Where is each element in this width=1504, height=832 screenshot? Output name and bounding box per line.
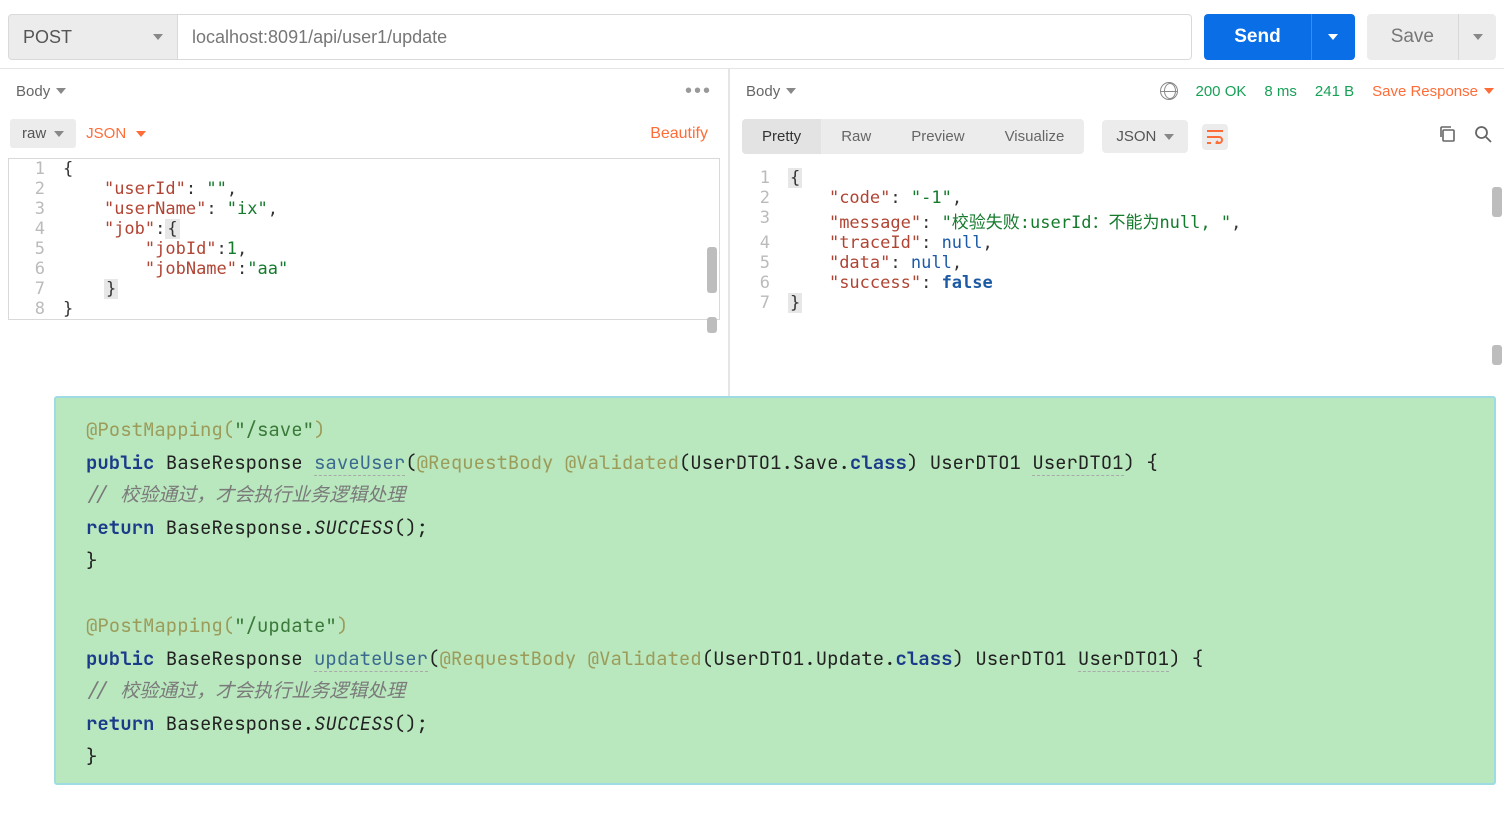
response-format-select[interactable]: JSON bbox=[1102, 120, 1188, 153]
url-input[interactable] bbox=[178, 14, 1192, 60]
chevron-down-icon bbox=[56, 88, 66, 94]
send-dropdown[interactable] bbox=[1311, 14, 1355, 60]
scrollbar-thumb[interactable] bbox=[1492, 345, 1502, 365]
chevron-down-icon bbox=[1473, 34, 1483, 40]
copy-icon[interactable] bbox=[1438, 125, 1456, 148]
response-time: 8 ms bbox=[1264, 83, 1297, 100]
tab-visualize[interactable]: Visualize bbox=[985, 119, 1085, 154]
save-button[interactable]: Save bbox=[1367, 14, 1496, 60]
chevron-down-icon bbox=[153, 34, 163, 40]
send-button[interactable]: Send bbox=[1204, 14, 1354, 60]
chevron-down-icon bbox=[1328, 34, 1338, 40]
beautify-button[interactable]: Beautify bbox=[650, 125, 718, 143]
scrollbar-thumb[interactable] bbox=[707, 317, 717, 333]
response-status: 200 OK bbox=[1196, 83, 1247, 100]
more-options-icon[interactable]: ••• bbox=[679, 80, 718, 103]
http-method-value: POST bbox=[23, 27, 72, 48]
globe-icon[interactable] bbox=[1160, 82, 1178, 100]
tab-raw[interactable]: Raw bbox=[821, 119, 891, 154]
request-body-tab[interactable]: Body bbox=[10, 79, 72, 104]
scrollbar-thumb[interactable] bbox=[707, 247, 717, 293]
search-icon[interactable] bbox=[1474, 125, 1492, 148]
response-view-tabs: Pretty Raw Preview Visualize bbox=[742, 119, 1084, 154]
code-snippet: @PostMapping("/save")public BaseResponse… bbox=[54, 396, 1496, 785]
response-body-tab[interactable]: Body bbox=[740, 79, 802, 104]
chevron-down-icon bbox=[786, 88, 796, 94]
wrap-lines-icon[interactable] bbox=[1202, 124, 1228, 150]
save-response-button[interactable]: Save Response bbox=[1372, 83, 1494, 100]
chevron-down-icon bbox=[136, 131, 146, 137]
body-type-select[interactable]: raw bbox=[10, 119, 76, 148]
chevron-down-icon bbox=[1164, 134, 1174, 140]
response-size: 241 B bbox=[1315, 83, 1354, 100]
save-dropdown[interactable] bbox=[1458, 14, 1496, 60]
response-body-viewer[interactable]: 1{2 "code": "-1",3 "message": "校验失败:user… bbox=[740, 168, 1494, 313]
chevron-down-icon bbox=[54, 131, 64, 137]
tab-preview[interactable]: Preview bbox=[891, 119, 984, 154]
request-body-editor[interactable]: 1{2 "userId": "",3 "userName": "ix",4 "j… bbox=[8, 158, 720, 320]
scrollbar-thumb[interactable] bbox=[1492, 187, 1502, 217]
tab-pretty[interactable]: Pretty bbox=[742, 119, 821, 154]
chevron-down-icon bbox=[1484, 88, 1494, 94]
http-method-select[interactable]: POST bbox=[8, 14, 178, 60]
body-format-select[interactable]: JSON bbox=[86, 125, 146, 142]
